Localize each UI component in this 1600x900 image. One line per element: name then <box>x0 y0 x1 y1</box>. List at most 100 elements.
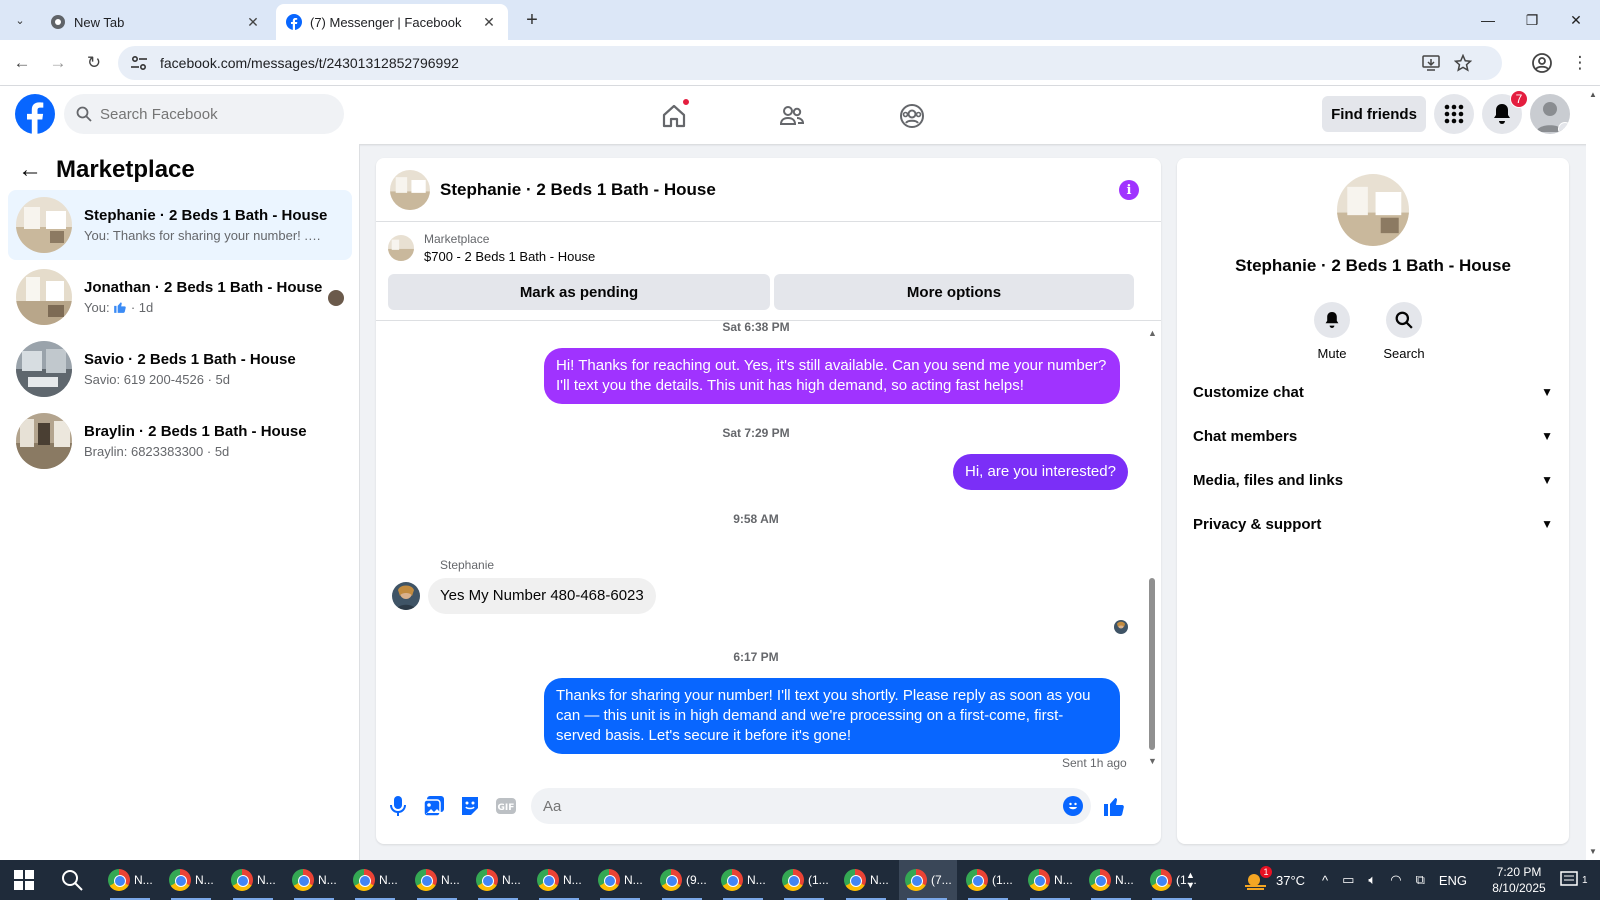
bell-icon <box>1325 312 1339 328</box>
battery-icon[interactable]: ▭ <box>1342 872 1354 888</box>
taskbar-chrome-window[interactable]: (1... <box>960 860 1018 900</box>
taskbar-chrome-window[interactable]: N... <box>592 860 650 900</box>
network-icon[interactable]: ⧉ <box>1416 872 1425 888</box>
address-bar[interactable]: facebook.com/messages/t/2430131285279699… <box>118 46 1502 80</box>
taskbar-chrome-window[interactable]: (7... <box>899 860 957 900</box>
minimize-icon[interactable]: — <box>1468 6 1508 34</box>
facebook-logo-icon[interactable] <box>15 94 55 134</box>
scroll-up-icon[interactable]: ▲ <box>1589 90 1597 99</box>
taskbar-chrome-window[interactable]: N... <box>470 860 528 900</box>
section-label: Customize chat <box>1193 383 1304 401</box>
conversation-item[interactable]: Braylin · 2 Beds 1 Bath - House Braylin:… <box>8 406 352 476</box>
scroll-thumb[interactable] <box>1149 578 1155 750</box>
scroll-up-icon[interactable]: ▲ <box>1148 328 1157 338</box>
message-input-box[interactable] <box>531 788 1091 824</box>
profile-icon[interactable] <box>1528 49 1556 77</box>
back-arrow-icon[interactable]: ← <box>18 156 42 184</box>
search-input[interactable] <box>100 105 320 123</box>
conversation-item[interactable]: Stephanie · 2 Beds 1 Bath - House You: T… <box>8 190 352 260</box>
browser-menu-icon[interactable]: ⋮ <box>1566 49 1594 77</box>
action-center-icon[interactable]: 1 <box>1560 860 1588 900</box>
nav-friends[interactable] <box>774 98 810 134</box>
thumbs-up-send-icon[interactable] <box>1100 792 1128 820</box>
tab-messenger[interactable]: (7) Messenger | Facebook ✕ <box>276 4 508 40</box>
taskbar-clock[interactable]: 7:20 PM 8/10/2025 <box>1484 864 1554 896</box>
back-icon[interactable]: ← <box>8 49 36 77</box>
nav-home[interactable] <box>656 98 692 134</box>
chat-avatar[interactable] <box>390 169 430 210</box>
speaker-icon[interactable]: 🔈︎ <box>1368 872 1376 888</box>
bookmark-star-icon[interactable] <box>1452 52 1474 74</box>
taskbar-chrome-window[interactable]: N... <box>225 860 283 900</box>
info-icon[interactable]: i <box>1119 180 1139 200</box>
taskbar-chrome-window[interactable]: N... <box>1022 860 1080 900</box>
gif-icon[interactable]: GIF <box>492 792 520 820</box>
find-friends-button[interactable]: Find friends <box>1322 96 1426 132</box>
listing-thumbnail <box>16 197 72 253</box>
close-tab-icon[interactable]: ✕ <box>244 14 262 31</box>
taskbar-chrome-window[interactable]: (1... <box>776 860 834 900</box>
nav-groups[interactable] <box>894 98 930 134</box>
tab-search-dropdown[interactable]: ⌄ <box>8 8 32 32</box>
microphone-icon[interactable] <box>384 792 412 820</box>
notifications-button[interactable]: 7 <box>1482 90 1528 134</box>
photo-icon[interactable] <box>420 792 448 820</box>
section-customize-chat[interactable]: Customize chat ▼ <box>1193 372 1553 412</box>
wifi-icon[interactable]: ◠ <box>1390 872 1401 888</box>
taskbar-chrome-window[interactable]: N... <box>286 860 344 900</box>
taskbar-chrome-window[interactable]: N... <box>102 860 160 900</box>
outgoing-message[interactable]: Hi! Thanks for reaching out. Yes, it's s… <box>544 348 1120 404</box>
scroll-down-icon[interactable]: ▼ <box>1148 756 1157 766</box>
grid-icon <box>1444 104 1464 124</box>
contact-avatar[interactable] <box>1337 174 1409 246</box>
mute-button[interactable]: Mute <box>1297 302 1367 361</box>
sidebar-title: Marketplace <box>56 156 195 183</box>
search-in-chat-button[interactable]: Search <box>1369 302 1439 361</box>
mark-as-pending-button[interactable]: Mark as pending <box>388 274 770 310</box>
chevron-up-icon[interactable]: ^ <box>1322 873 1328 888</box>
message-input[interactable] <box>543 797 1043 815</box>
reload-icon[interactable]: ↻ <box>80 49 108 77</box>
install-app-icon[interactable] <box>1420 52 1442 74</box>
sender-avatar[interactable] <box>392 582 420 610</box>
outgoing-message[interactable]: Hi, are you interested? <box>953 454 1128 490</box>
windows-start-icon[interactable] <box>14 870 34 890</box>
conversation-item[interactable]: Jonathan · 2 Beds 1 Bath - House You: · … <box>8 262 352 332</box>
incoming-message[interactable]: Yes My Number 480-468-6023 <box>428 578 656 614</box>
facebook-search[interactable] <box>64 94 344 134</box>
language-indicator[interactable]: ENG <box>1439 873 1467 888</box>
taskbar-chrome-window[interactable]: N... <box>715 860 773 900</box>
conversation-item[interactable]: Savio · 2 Beds 1 Bath - House Savio: 619… <box>8 334 352 404</box>
tab-new-tab[interactable]: New Tab ✕ <box>40 4 272 40</box>
chat-scrollbar[interactable]: ▲ ▼ <box>1148 328 1157 768</box>
page-scrollbar[interactable]: ▲ ▼ <box>1586 86 1600 860</box>
taskbar-chrome-window[interactable]: N... <box>163 860 221 900</box>
emoji-icon[interactable] <box>1063 796 1083 816</box>
more-options-button[interactable]: More options <box>774 274 1134 310</box>
taskbar-search-icon[interactable] <box>60 868 84 892</box>
site-settings-icon[interactable] <box>130 56 150 70</box>
outgoing-message[interactable]: Thanks for sharing your number! I'll tex… <box>544 678 1120 754</box>
weather-widget[interactable]: 1 37°C <box>1244 860 1305 900</box>
taskbar-chrome-window[interactable]: N... <box>1083 860 1141 900</box>
new-tab-button[interactable]: + <box>520 8 544 32</box>
section-chat-members[interactable]: Chat members ▼ <box>1193 416 1553 456</box>
taskbar-overflow-icon[interactable]: ▲ ▼ <box>1186 860 1195 900</box>
taskbar-chrome-window[interactable]: N... <box>347 860 405 900</box>
taskbar-chrome-window[interactable]: N... <box>838 860 896 900</box>
section-media-files-links[interactable]: Media, files and links ▼ <box>1193 460 1553 500</box>
menu-grid-button[interactable] <box>1434 94 1474 134</box>
restore-icon[interactable]: ❐ <box>1512 6 1552 34</box>
close-tab-icon[interactable]: ✕ <box>480 14 498 31</box>
marketplace-listing[interactable]: Marketplace $700 - 2 Beds 1 Bath - House <box>388 232 595 264</box>
conversation-preview: You: Thanks for sharing your number! ...… <box>84 228 324 243</box>
taskbar-chrome-window[interactable]: N... <box>531 860 589 900</box>
window-close-icon[interactable]: ✕ <box>1556 6 1596 34</box>
sticker-icon[interactable] <box>456 792 484 820</box>
taskbar-chrome-window[interactable]: N... <box>409 860 467 900</box>
forward-icon[interactable]: → <box>44 49 72 77</box>
taskbar-chrome-window[interactable]: (9... <box>654 860 712 900</box>
scroll-down-icon[interactable]: ▼ <box>1589 847 1597 856</box>
account-avatar[interactable]: ⌄ <box>1530 94 1570 134</box>
section-privacy-support[interactable]: Privacy & support ▼ <box>1193 504 1553 544</box>
